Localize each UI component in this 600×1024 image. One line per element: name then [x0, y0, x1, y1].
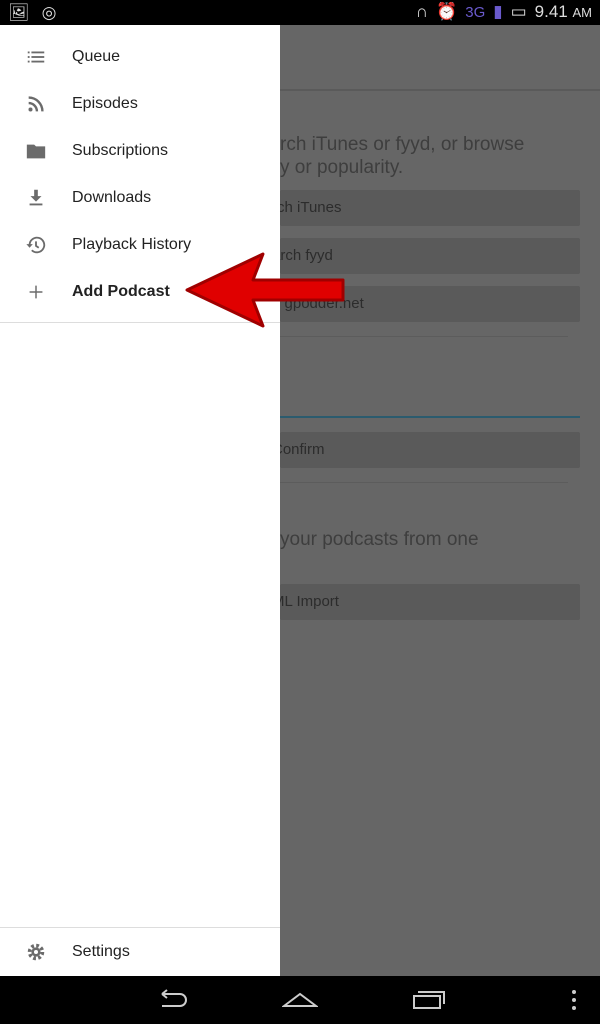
- drawer-item-label: Settings: [72, 942, 130, 960]
- drawer-item-label: Add Podcast: [72, 282, 170, 300]
- recent-apps-icon[interactable]: [410, 988, 446, 1012]
- description-line-2: y or popularity.: [280, 157, 404, 178]
- url-input[interactable]: [280, 416, 580, 418]
- alarm-icon: ⏰: [436, 2, 458, 21]
- back-icon[interactable]: [154, 988, 190, 1012]
- home-icon[interactable]: [282, 988, 318, 1012]
- drawer-item-label: Episodes: [72, 94, 138, 112]
- network-type: 3G: [465, 3, 486, 21]
- plus-icon: [0, 281, 72, 303]
- clock: 9.41: [534, 2, 568, 21]
- music-icon: ◎: [41, 3, 57, 22]
- drawer-item-settings[interactable]: Settings: [0, 928, 280, 975]
- navigation-drawer: Queue Episodes Subscriptions Downloads P…: [0, 25, 280, 976]
- drawer-item-downloads[interactable]: Downloads: [0, 174, 280, 221]
- divider: [280, 336, 568, 337]
- description-line-1: rch iTunes or fyyd, or browse: [280, 134, 525, 155]
- status-bar: 🖼 ◎ ∩ ⏰ 3G ▮ ▭ 9.41 AM: [0, 0, 600, 25]
- headset-icon: ∩: [415, 2, 429, 21]
- history-icon: [0, 234, 72, 256]
- drawer-item-episodes[interactable]: Episodes: [0, 80, 280, 127]
- overflow-menu-icon[interactable]: [566, 988, 582, 1012]
- drawer-item-label: Playback History: [72, 235, 192, 253]
- folder-icon: [0, 140, 72, 162]
- rss-icon: [0, 93, 72, 115]
- battery-icon: ▭: [510, 2, 527, 21]
- drawer-item-queue[interactable]: Queue: [0, 33, 280, 80]
- image-icon: 🖼: [8, 3, 30, 22]
- opml-import-label: ML Import: [272, 593, 339, 610]
- import-text: your podcasts from one: [280, 529, 479, 550]
- drawer-item-label: Downloads: [72, 188, 152, 206]
- signal-icon: ▮: [493, 2, 503, 21]
- download-icon: [0, 187, 72, 209]
- opml-import-button[interactable]: ML Import: [272, 584, 580, 620]
- search-itunes-button[interactable]: rch iTunes: [272, 190, 580, 226]
- search-itunes-label: rch iTunes: [272, 199, 342, 216]
- drawer-item-subscriptions[interactable]: Subscriptions: [0, 127, 280, 174]
- drawer-item-label: Subscriptions: [72, 141, 169, 159]
- confirm-button[interactable]: Confirm: [272, 432, 580, 468]
- drawer-item-label: Queue: [72, 47, 121, 65]
- system-nav-bar: [0, 976, 600, 1024]
- gear-icon: [0, 941, 72, 963]
- divider: [280, 482, 568, 483]
- clock-ampm: AM: [572, 5, 593, 20]
- annotation-arrow: [185, 252, 345, 328]
- queue-icon: [0, 46, 72, 68]
